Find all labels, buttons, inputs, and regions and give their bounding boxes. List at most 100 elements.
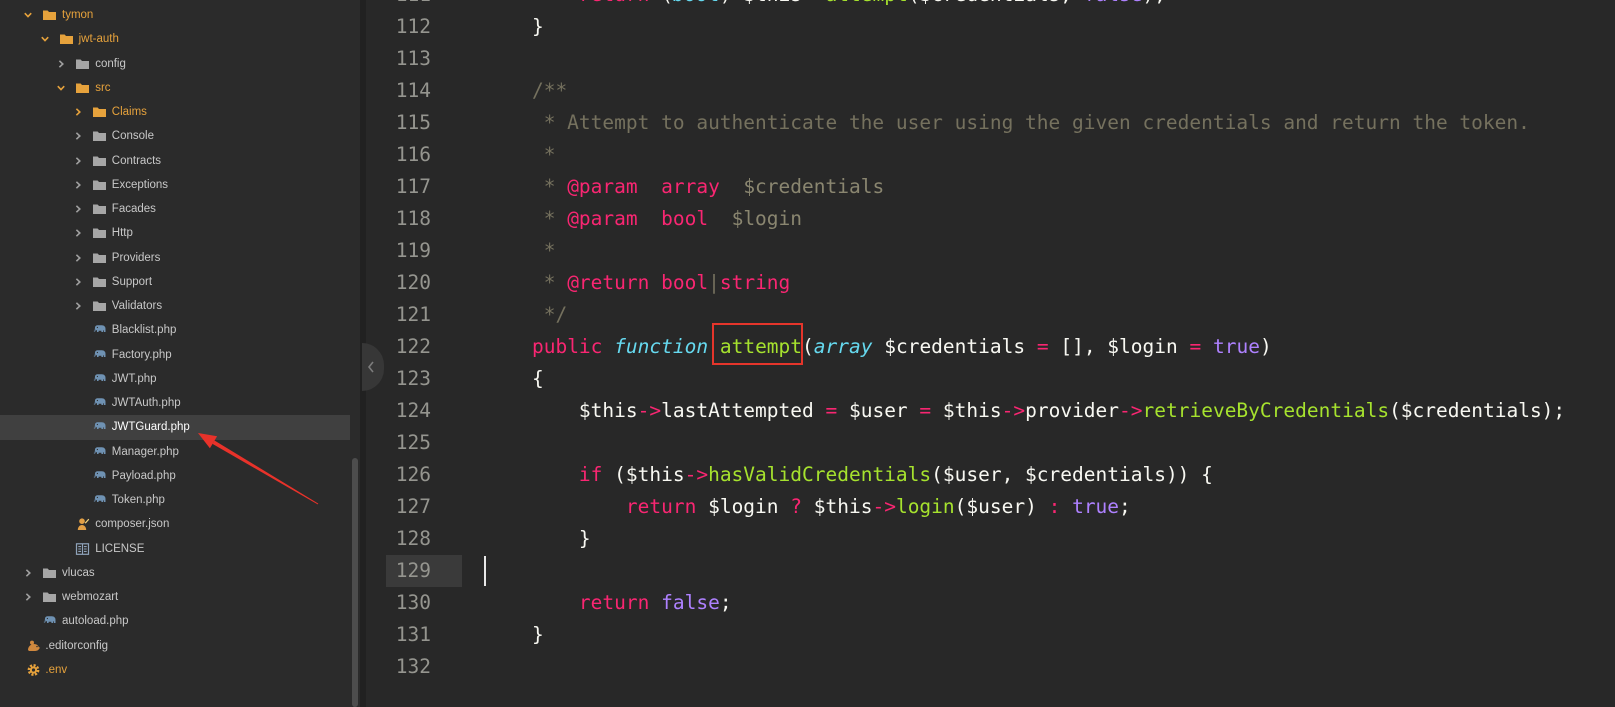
chevron-right-icon[interactable] [56, 59, 66, 69]
chevron-right-icon[interactable] [73, 156, 83, 166]
code-line[interactable]: 120 * @return bool|string [366, 267, 1615, 299]
chevron-right-icon[interactable] [73, 204, 83, 214]
tree-item-editorconfig[interactable]: .editorconfig [0, 634, 350, 658]
tree-item-autoload-php[interactable]: autoload.php [0, 609, 350, 633]
code-line[interactable]: 112 } [366, 11, 1615, 43]
tree-item-exceptions[interactable]: Exceptions [0, 173, 350, 197]
code-line[interactable]: 132 [366, 651, 1615, 683]
line-number[interactable]: 113 [380, 43, 431, 75]
tree-item-payload-php[interactable]: Payload.php [0, 464, 350, 488]
tree-item-manager-php[interactable]: Manager.php [0, 440, 350, 464]
line-number[interactable]: 121 [380, 299, 431, 331]
chevron-down-icon[interactable] [23, 10, 33, 20]
tree-item-jwt-php[interactable]: JWT.php [0, 367, 350, 391]
tree-item-jwtauth-php[interactable]: JWTAuth.php [0, 391, 350, 415]
code-line[interactable]: 116 * [366, 139, 1615, 171]
line-number[interactable]: 123 [380, 363, 431, 395]
folder-icon [92, 129, 107, 143]
line-number[interactable]: 118 [380, 203, 431, 235]
code-line[interactable]: 115 * Attempt to authenticate the user u… [366, 107, 1615, 139]
tree-item-label: tymon [62, 9, 94, 21]
sidebar-scrollbar[interactable] [350, 0, 360, 707]
code-text: public function attempt (array $credentia… [485, 323, 1272, 365]
line-number[interactable]: 130 [380, 587, 431, 619]
tree-item-jwt-auth[interactable]: jwt-auth [0, 27, 350, 51]
code-line[interactable]: 124 $this->lastAttempted = $user = $this… [366, 395, 1615, 427]
tree-item-validators[interactable]: Validators [0, 294, 350, 318]
line-number[interactable]: 116 [380, 139, 431, 171]
tree-item-blacklist-php[interactable]: Blacklist.php [0, 318, 350, 342]
code-line[interactable]: 130 return false; [366, 587, 1615, 619]
scrollbar-thumb[interactable] [352, 458, 358, 707]
line-number[interactable]: 115 [380, 107, 431, 139]
tree-item-providers[interactable]: Providers [0, 246, 350, 270]
chevron-down-icon[interactable] [56, 83, 66, 93]
chevron-right-icon[interactable] [73, 131, 83, 141]
code-line[interactable]: 131 } [366, 619, 1615, 651]
folder-icon [92, 299, 107, 313]
tree-item-console[interactable]: Console [0, 124, 350, 148]
code-line[interactable]: 125 [366, 427, 1615, 459]
chevron-right-icon[interactable] [23, 568, 33, 578]
tree-item-composer-json[interactable]: composer.json [0, 512, 350, 536]
line-number[interactable]: 111 [380, 0, 431, 11]
chevron-down-icon[interactable] [40, 34, 50, 44]
tree-item-env[interactable]: .env [0, 658, 350, 682]
line-number[interactable]: 128 [380, 523, 431, 555]
code-line[interactable]: 127 return $login ? $this->login($user) … [366, 491, 1615, 523]
tree-item-support[interactable]: Support [0, 270, 350, 294]
code-line[interactable]: 117 * @param array $credentials [366, 171, 1615, 203]
line-number[interactable]: 132 [380, 651, 431, 683]
tree-item-vlucas[interactable]: vlucas [0, 561, 350, 585]
line-number[interactable]: 120 [380, 267, 431, 299]
tree-item-token-php[interactable]: Token.php [0, 488, 350, 512]
line-number[interactable]: 125 [380, 427, 431, 459]
chevron-right-icon[interactable] [73, 277, 83, 287]
code-line[interactable]: 119 * [366, 235, 1615, 267]
folder-icon [75, 57, 90, 71]
line-number[interactable]: 114 [380, 75, 431, 107]
tree-item-src[interactable]: src [0, 76, 350, 100]
line-number[interactable]: 117 [380, 171, 431, 203]
chevron-right-icon[interactable] [73, 107, 83, 117]
code-line[interactable]: 118 * @param bool $login [366, 203, 1615, 235]
code-line[interactable]: 128 } [366, 523, 1615, 555]
chevron-right-icon[interactable] [73, 228, 83, 238]
tree-item-factory-php[interactable]: Factory.php [0, 343, 350, 367]
code-line[interactable]: 113 [366, 43, 1615, 75]
line-number[interactable]: 126 [380, 459, 431, 491]
tree-item-jwtguard-php[interactable]: JWTGuard.php [0, 415, 350, 440]
code-line[interactable]: 129 [366, 555, 1615, 587]
tree-item-tymon[interactable]: tymon [0, 3, 350, 27]
chevron-right-icon[interactable] [23, 592, 33, 602]
chevron-right-icon[interactable] [73, 180, 83, 190]
code-line[interactable]: 114 /** [366, 75, 1615, 107]
code-line[interactable]: 126 if ($this->hasValidCredentials($user… [366, 459, 1615, 491]
code-line[interactable]: 111 return (bool) $this->attempt($creden… [366, 0, 1615, 11]
code-token: ; [1119, 495, 1131, 518]
chevron-right-icon[interactable] [73, 301, 83, 311]
tree-item-http[interactable]: Http [0, 221, 350, 245]
tree-item-contracts[interactable]: Contracts [0, 149, 350, 173]
line-number[interactable]: 124 [380, 395, 431, 427]
chevron-right-icon[interactable] [73, 253, 83, 263]
tree-item-facades[interactable]: Facades [0, 197, 350, 221]
code-line[interactable]: 121 */ [366, 299, 1615, 331]
line-number[interactable]: 131 [380, 619, 431, 651]
tree-item-webmozart[interactable]: webmozart [0, 585, 350, 609]
code-token: $login [731, 207, 803, 230]
code-editor[interactable]: 111 return (bool) $this->attempt($creden… [366, 0, 1615, 707]
code-token: array [661, 175, 720, 198]
line-number[interactable]: 129 [380, 555, 431, 587]
tree-item-claims[interactable]: Claims [0, 100, 350, 124]
line-number[interactable]: 119 [380, 235, 431, 267]
code-line[interactable]: 122 public function attempt (array $crede… [366, 323, 1615, 365]
code-line[interactable]: 123 { [366, 363, 1615, 395]
tree-item-config[interactable]: config [0, 52, 350, 76]
line-number[interactable]: 122 [380, 331, 431, 363]
line-number[interactable]: 112 [380, 11, 431, 43]
code-token: public [531, 335, 603, 358]
line-number[interactable]: 127 [380, 491, 431, 523]
tree-item-license[interactable]: LICENSE [0, 537, 350, 561]
